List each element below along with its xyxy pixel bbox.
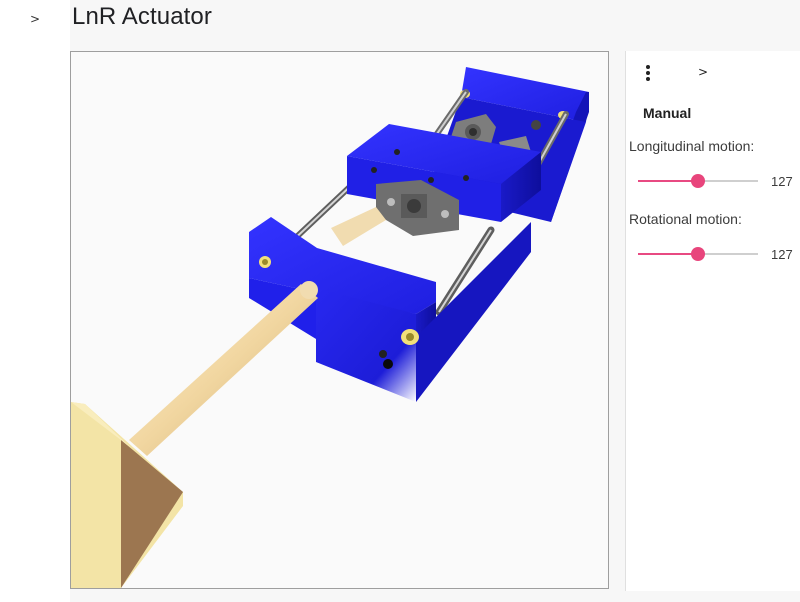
left-rail: > [0,0,70,602]
slider-fill [638,253,698,255]
slider-thumb[interactable] [691,174,705,188]
page-title: LnR Actuator [72,3,212,30]
rotational-label: Rotational motion: [629,211,742,227]
main-content: > Manual Longitudinal motion: 127 Rotati… [70,40,800,602]
longitudinal-label: Longitudinal motion: [629,138,755,154]
slider-thumb[interactable] [691,247,705,261]
actuator-model [71,67,589,588]
control-panel: > Manual Longitudinal motion: 127 Rotati… [625,51,800,591]
slider-fill [638,180,698,182]
more-vert-icon[interactable] [640,63,656,83]
sidebar-toggle-icon[interactable]: > [30,10,44,28]
panel-expand-icon[interactable]: > [698,63,712,81]
menu-dot [646,77,650,81]
header: LnR Actuator [70,0,800,40]
menu-dot [646,65,650,69]
longitudinal-slider[interactable] [638,171,758,191]
mode-label: Manual [643,105,692,121]
3d-viewer[interactable] [70,51,609,589]
rotational-slider[interactable] [638,244,758,264]
menu-dot [646,71,650,75]
app-root: > LnR Actuator > Manual Longitudinal mot… [0,0,800,602]
longitudinal-value: 127 [771,174,793,189]
rotational-value: 127 [771,247,793,262]
